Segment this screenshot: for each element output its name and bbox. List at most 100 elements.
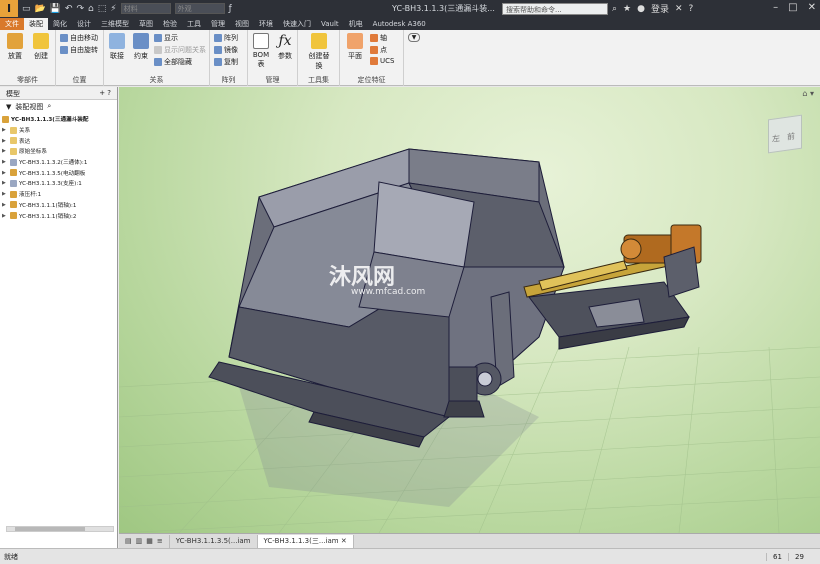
show-problem-button[interactable]: 显示问题关系 [154,45,206,55]
tree-root[interactable]: YC-BH3.1.1.3(三通漏斗装配 [2,114,115,125]
doc-tab-1[interactable]: YC-BH3.1.1.3.5(...iam [170,534,258,548]
axis-button[interactable]: 轴 [370,33,387,43]
browser-add-icon[interactable]: + ? [99,89,111,97]
hide-all-label: 全部隐藏 [164,58,192,66]
user-icon[interactable]: ● [637,4,645,14]
tree-item[interactable]: ▶ YC-BH3.1.1.3.3(支座):1 [2,178,115,189]
tab-inspect[interactable]: 检验 [158,18,182,30]
browser-title[interactable]: 模型 [6,89,20,98]
open-icon[interactable]: 📂 [35,4,46,14]
cascade-icon[interactable]: ▥ [136,535,143,548]
help-icon[interactable]: ? [689,4,694,14]
save-icon[interactable]: 💾 [50,4,61,14]
copy-button[interactable]: 复制 [214,57,238,67]
tab-view[interactable]: 视图 [230,18,254,30]
fx-icon[interactable]: ƒ [229,4,232,14]
tab-assemble[interactable]: 装配 [24,18,48,30]
tab-file[interactable]: 文件 [0,18,24,30]
ribbon-tabs: 文件 装配 简化 设计 三维模型 草图 检验 工具 管理 视图 环境 快速入门 … [0,17,820,30]
expand-icon[interactable]: ▶ [2,180,8,186]
expand-icon[interactable]: ▶ [2,170,8,176]
create-substitute-button[interactable]: 创建替换 [306,33,332,71]
tree-item[interactable]: ▶ 原始坐标系 [2,146,115,157]
redo-icon[interactable]: ↷ [77,4,85,14]
bom-button[interactable]: BOM 表 [250,33,272,69]
tree-item[interactable]: ▶ YC-BH3.1.1.1(销轴):2 [2,210,115,221]
viewcube-left-face[interactable]: 左 [772,133,780,145]
tree-item[interactable]: ▶ 关系 [2,125,115,136]
select-icon[interactable]: ⬚ [98,4,107,14]
tab-tools[interactable]: 工具 [182,18,206,30]
ribbon-display-toggle[interactable]: ▼ [408,33,420,42]
graphics-viewport[interactable]: 左 前 ⌂ ▾ 沐风网 www.mfcad.com [119,87,820,533]
tree-item[interactable]: ▶ YC-BH3.1.1.1(销轴):1 [2,200,115,211]
tab-vault[interactable]: Vault [316,18,344,30]
tab-get-started[interactable]: 快速入门 [278,18,316,30]
tree-item[interactable]: ▶ YC-BH3.1.1.3.5(电动翻板 [2,167,115,178]
doc-tab-2[interactable]: YC-BH3.1.1.3(三...iam ✕ [257,534,354,548]
expand-icon[interactable]: ▶ [2,213,8,219]
expand-icon[interactable]: ▶ [2,148,8,154]
grid-icon[interactable]: ▦ [146,535,153,548]
viewcube-home-icon[interactable]: ⌂ ▾ [802,89,814,98]
tab-sketch[interactable]: 草图 [134,18,158,30]
favorite-star-icon[interactable]: ★ [623,4,631,14]
mirror-button[interactable]: 镜像 [214,45,238,55]
show-button[interactable]: 显示 [154,33,178,43]
tab-simplify[interactable]: 简化 [48,18,72,30]
plane-button[interactable]: 平面 [344,33,366,61]
binoculars-icon[interactable]: ⌕ [612,4,617,14]
place-button[interactable]: 放置 [4,33,26,61]
appearance-combo[interactable]: 外观 [174,3,225,14]
tab-environments[interactable]: 环境 [254,18,278,30]
panel-label-work-features: 定位特征 [357,76,386,84]
subassembly-icon [10,190,17,198]
ucs-button[interactable]: UCS [370,57,394,65]
tab-a360[interactable]: Autodesk A360 [368,18,431,30]
expand-icon[interactable]: ▶ [2,159,8,165]
tree-item[interactable]: ▶ 表达 [2,135,115,146]
minimize-icon[interactable]: – [773,2,778,13]
hide-all-button[interactable]: 全部隐藏 [154,57,192,67]
close-tab-icon[interactable]: ✕ [341,537,347,545]
pattern-button[interactable]: 阵列 [214,33,238,43]
maximize-icon[interactable]: □ [788,2,797,13]
watermark-url: www.mfcad.com [351,287,426,297]
join-button[interactable]: 联接 [106,33,128,61]
point-button[interactable]: 点 [370,45,387,55]
constrain-button[interactable]: 约束 [130,33,152,61]
material-combo[interactable]: 材料 [120,3,171,14]
find-icon[interactable]: ⌕ [47,102,51,111]
filter-icon[interactable]: ▼ [6,103,11,111]
tab-design[interactable]: 设计 [72,18,96,30]
list-icon[interactable]: ≡ [157,535,163,548]
free-move-button[interactable]: 自由移动 [60,33,98,43]
tab-manage[interactable]: 管理 [206,18,230,30]
tree-item[interactable]: ▶ 液压杆:1 [2,189,115,200]
viewcube-front-face[interactable]: 前 [787,131,795,143]
view-selector[interactable]: 装配视图 [15,102,43,112]
tile-icon[interactable]: ▤ [125,535,132,548]
parameters-button[interactable]: ƒx 参数 [274,33,296,61]
app-logo[interactable]: I [0,0,18,17]
close-icon[interactable]: ✕ [808,2,816,13]
expand-icon[interactable]: ▶ [2,138,8,144]
expand-icon[interactable]: ▶ [2,127,8,133]
tab-3d-model[interactable]: 三维模型 [96,18,134,30]
new-icon[interactable]: ▭ [22,4,31,14]
expand-icon[interactable]: ▶ [2,202,8,208]
home-icon[interactable]: ⌂ [88,4,94,14]
create-button[interactable]: 创建 [30,33,52,61]
tab-electromechanical[interactable]: 机电 [344,18,368,30]
viewcube[interactable]: 左 前 [768,114,802,154]
login-link[interactable]: 登录 [651,2,669,15]
tree-item[interactable]: ▶ YC-BH3.1.1.3.2(三通体):1 [2,157,115,168]
update-icon[interactable]: ⚡ [110,4,116,14]
undo-icon[interactable]: ↶ [65,4,73,14]
expand-icon[interactable]: ▶ [2,191,8,197]
browser-hscrollbar[interactable] [6,526,114,532]
exchange-icon[interactable]: ✕ [675,4,683,14]
free-rotate-button[interactable]: 自由旋转 [60,45,98,55]
browser-tree: YC-BH3.1.1.3(三通漏斗装配 ▶ 关系 ▶ 表达 ▶ 原始坐标系 ▶ YC-B… [0,113,117,222]
help-search-input[interactable]: 搜索帮助和命令... [502,3,608,15]
